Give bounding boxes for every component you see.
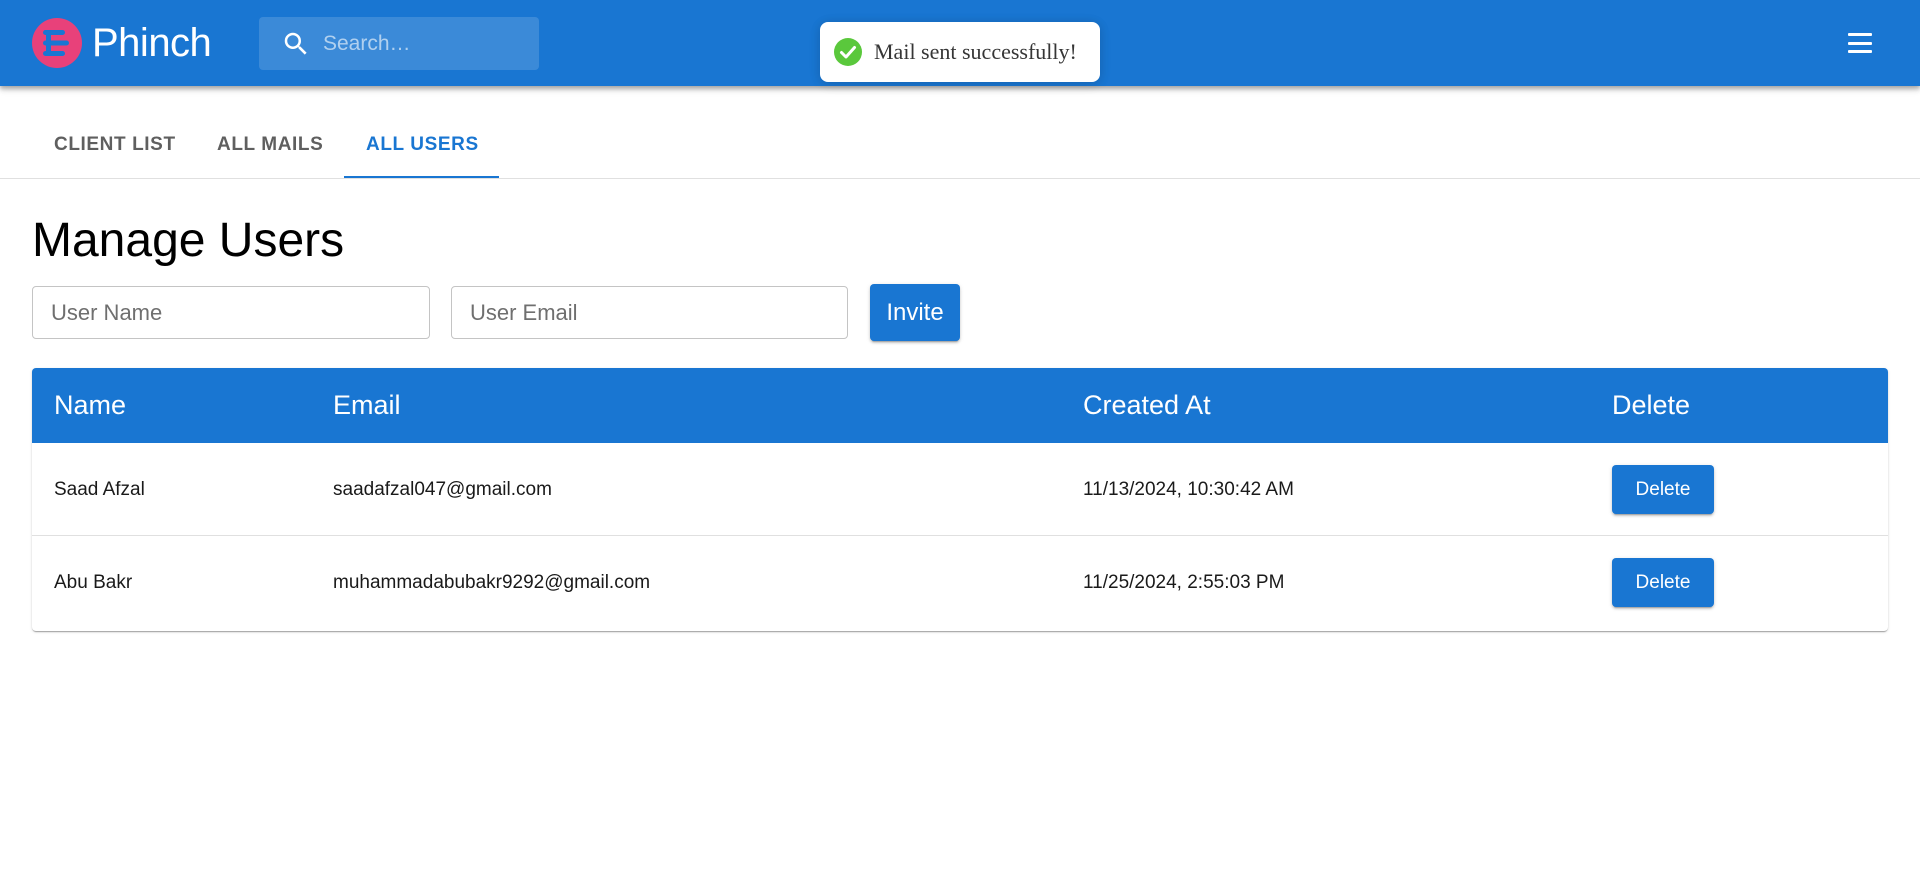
cell-created-at: 11/25/2024, 2:55:03 PM <box>1083 572 1285 593</box>
user-name-field[interactable] <box>32 286 430 339</box>
column-header-created-at: Created At <box>1083 390 1211 420</box>
toast-message: Mail sent successfully! <box>874 39 1077 64</box>
tab-client-list[interactable]: CLIENT LIST <box>54 134 176 156</box>
table-row: Abu Bakr muhammadabubakr9292@gmail.com 1… <box>32 536 1888 629</box>
page-title: Manage Users <box>32 214 345 267</box>
search-icon <box>284 32 307 55</box>
search-input[interactable] <box>323 31 523 56</box>
tab-all-mails[interactable]: ALL MAILS <box>217 134 323 156</box>
menu-icon[interactable] <box>1844 28 1876 58</box>
tab-indicator <box>344 176 499 178</box>
app-logo[interactable]: Phinch <box>32 17 212 69</box>
delete-button[interactable]: Delete <box>1612 465 1714 514</box>
cell-name: Abu Bakr <box>54 572 133 593</box>
column-header-delete: Delete <box>1612 390 1691 420</box>
menu-bar <box>1848 33 1872 36</box>
user-email-field[interactable] <box>451 286 848 339</box>
menu-bar <box>1848 50 1872 53</box>
check-circle-icon <box>834 38 862 66</box>
toast-notification[interactable]: Mail sent successfully! <box>820 22 1100 82</box>
app-name: Phinch <box>92 21 212 65</box>
table-header: Name Email Created At Delete <box>32 368 1888 443</box>
search-box[interactable] <box>259 17 539 70</box>
table-row: Saad Afzal saadafzal047@gmail.com 11/13/… <box>32 443 1888 536</box>
cell-name: Saad Afzal <box>54 479 145 500</box>
invite-button[interactable]: Invite <box>870 284 960 341</box>
menu-bar <box>1848 41 1872 45</box>
column-header-name: Name <box>54 390 127 420</box>
phinch-logo-icon <box>32 18 82 68</box>
column-header-email: Email <box>333 390 401 420</box>
cell-email: muhammadabubakr9292@gmail.com <box>333 572 651 593</box>
tab-all-users[interactable]: ALL USERS <box>366 134 479 156</box>
cell-created-at: 11/13/2024, 10:30:42 AM <box>1083 479 1294 500</box>
tab-bar: CLIENT LIST ALL MAILS ALL USERS <box>0 86 1920 179</box>
delete-button[interactable]: Delete <box>1612 558 1714 607</box>
cell-email: saadafzal047@gmail.com <box>333 479 552 500</box>
users-table: Name Email Created At Delete Saad Afzal … <box>32 368 1888 631</box>
